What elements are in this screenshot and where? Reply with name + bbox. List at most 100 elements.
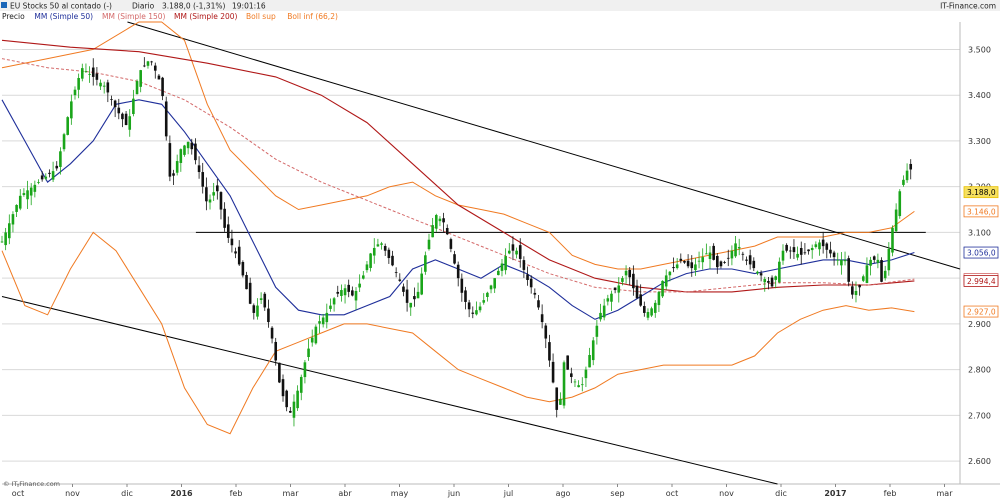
candle-body [628,269,632,278]
x-tick-label: dic [121,489,133,498]
candle-body [336,291,340,294]
x-axis: oct nov dic 2016 feb mar abr may jun jul ago sep oct… [12,484,953,498]
candle-body [237,246,241,265]
candle-body [216,185,219,192]
y-tick-label: 2.600 [968,457,991,466]
candle-body [434,215,438,229]
candle-body [186,141,190,149]
x-tick-label: 2017 [824,489,846,498]
candle-body [584,369,588,379]
candle-body [573,381,577,383]
candle-body [289,410,292,413]
price-tag-text: 2.927,0 [967,308,996,317]
candle-body [318,321,321,324]
candle-body [299,376,303,393]
x-tick-label: feb [884,489,897,498]
legend-item: Boll inf (66,2) [287,12,338,21]
candle-body [591,340,595,361]
x-tick-label: oct [666,489,678,498]
candle-body [471,312,475,314]
candle-body [263,293,267,308]
y-tick-label: 2.800 [968,366,991,375]
candle-body [241,262,245,276]
candle-body [807,249,810,252]
price-candles [0,57,913,427]
candle-body [285,390,288,408]
x-tick-label: may [391,489,409,498]
candle-body [33,184,37,192]
candle-body [117,107,121,114]
site-name: IT-Finance.com [940,2,996,11]
candle-body [270,327,274,339]
candle-body [533,292,537,295]
y-tick-label: 3.300 [968,137,991,146]
candle-body [84,71,88,72]
trendline-lower [1,295,778,485]
x-tick-label: ago [556,489,571,498]
candle-body [179,149,183,163]
candle-body [175,161,179,173]
candle-body [168,143,172,177]
candle-body [37,182,40,183]
indicator-lines [1,21,961,485]
candle-body [252,305,256,313]
candle-body [639,294,642,306]
candle-body [515,250,518,255]
candle-body [66,117,69,135]
candle-body [340,290,343,296]
candle-body [73,89,77,96]
candle-body [522,260,526,270]
candle-body [267,308,270,323]
candle-body [442,218,445,223]
candle-body [358,283,361,288]
candle-body [861,276,865,281]
candle-body [799,248,803,255]
candle-body [223,208,226,228]
candle-body [467,302,471,310]
candle-body [548,342,551,361]
candle-body [431,225,434,238]
candle-body [832,252,836,258]
sma200-line [1,39,915,293]
candle-body [256,305,259,317]
legend-item: Precio [2,12,25,21]
candle-body [610,293,613,302]
candle-body [314,326,318,344]
candle-body [343,288,347,296]
candle-body [788,250,792,252]
candle-body [745,259,748,261]
candle-body [128,116,132,130]
candle-body [847,258,850,282]
candle-body [332,298,336,305]
candle-body [190,142,194,150]
candle-body [489,285,493,290]
x-tick-label: jul [503,489,514,498]
candle-body [657,291,661,306]
x-tick-label: nov [719,489,734,498]
candle-body [80,68,84,79]
candle-body [161,77,164,97]
candle-body [694,264,697,271]
candle-body [891,227,894,253]
candle-body [880,260,883,282]
candle-body [88,73,91,75]
candle-body [632,273,635,289]
candle-body [825,243,829,250]
candle-body [504,256,507,271]
candle-body [409,302,413,308]
candle-body [172,173,175,176]
candle-body [858,285,861,288]
last-price: 3.188,0 (-1,31%) [162,2,225,11]
candle-body [121,113,124,120]
candle-body [329,305,332,309]
candle-body [905,170,909,181]
candle-body [664,275,668,287]
chart-legend: Precio MM (Simple 50) MM (Simple 150) MM (S… [2,12,338,21]
candle-body [708,252,712,260]
legend-item: Boll sup [246,12,276,21]
candle-body [570,373,573,377]
candle-body [398,279,402,281]
menu-icon[interactable] [1,2,7,8]
candle-body [164,101,168,137]
candle-body [274,341,278,361]
